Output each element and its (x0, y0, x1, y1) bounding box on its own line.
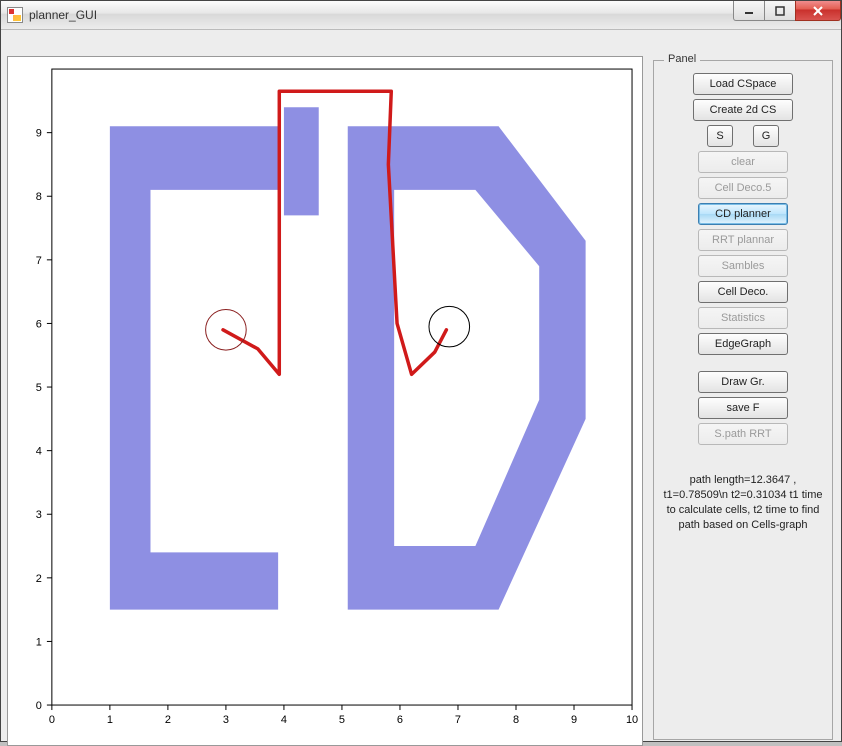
load-cspace-button[interactable]: Load CSpace (693, 73, 793, 95)
svg-text:0: 0 (49, 714, 55, 726)
close-icon (812, 5, 824, 17)
svg-text:1: 1 (107, 714, 113, 726)
svg-text:9: 9 (36, 128, 42, 140)
sambles-button[interactable]: Sambles (698, 255, 788, 277)
svg-text:7: 7 (455, 714, 461, 726)
maximize-icon (775, 6, 785, 16)
create-2d-cs-button[interactable]: Create 2d CS (693, 99, 793, 121)
rrt-plannar-button[interactable]: RRT plannar (698, 229, 788, 251)
svg-text:2: 2 (36, 573, 42, 585)
svg-text:4: 4 (36, 446, 42, 458)
svg-text:5: 5 (36, 382, 42, 394)
svg-text:2: 2 (165, 714, 171, 726)
window-title: planner_GUI (29, 8, 97, 22)
svg-text:9: 9 (571, 714, 577, 726)
svg-text:6: 6 (36, 318, 42, 330)
draw-gr-button[interactable]: Draw Gr. (698, 371, 788, 393)
goal-button[interactable]: G (753, 125, 779, 147)
svg-text:5: 5 (339, 714, 345, 726)
plot-axes[interactable]: 0 1 2 3 4 5 6 7 8 9 10 0 1 2 3 4 5 6 7 8 9 (7, 56, 643, 746)
minimize-icon (744, 6, 754, 16)
titlebar[interactable]: planner_GUI (1, 1, 841, 30)
panel-body: Load CSpace Create 2d CS S G clear Cell … (654, 61, 832, 542)
window-controls (734, 1, 841, 21)
control-panel: Panel Load CSpace Create 2d CS S G clear… (653, 60, 833, 740)
client-area: 0 1 2 3 4 5 6 7 8 9 10 0 1 2 3 4 5 6 7 8 9 Panel Load CSpace… (1, 30, 841, 741)
edge-graph-button[interactable]: EdgeGraph (698, 333, 788, 355)
panel-title: Panel (664, 53, 700, 65)
start-button[interactable]: S (707, 125, 733, 147)
svg-text:3: 3 (223, 714, 229, 726)
svg-text:6: 6 (397, 714, 403, 726)
app-window: planner_GUI 0 1 2 3 4 5 6 7 8 9 10 0 1 2 3 4 5 6 7 8 9 Panel (0, 0, 842, 742)
minimize-button[interactable] (733, 1, 765, 21)
svg-text:8: 8 (513, 714, 519, 726)
cell-deco-5-button[interactable]: Cell Deco.5 (698, 177, 788, 199)
svg-text:10: 10 (626, 714, 638, 726)
svg-text:4: 4 (281, 714, 287, 726)
maximize-button[interactable] (764, 1, 796, 21)
info-text: path length=12.3647 , t1=0.78509\n t2=0.… (663, 473, 823, 532)
svg-text:3: 3 (36, 509, 42, 521)
svg-text:7: 7 (36, 255, 42, 267)
statistics-button[interactable]: Statistics (698, 307, 788, 329)
svg-text:0: 0 (36, 700, 42, 712)
svg-text:8: 8 (36, 191, 42, 203)
clear-button[interactable]: clear (698, 151, 788, 173)
cell-deco-button[interactable]: Cell Deco. (698, 281, 788, 303)
save-f-button[interactable]: save F (698, 397, 788, 419)
app-icon (7, 7, 23, 23)
close-button[interactable] (795, 1, 841, 21)
cd-planner-button[interactable]: CD planner (698, 203, 788, 225)
spath-rrt-button[interactable]: S.path RRT (698, 423, 788, 445)
plot-canvas: 0 1 2 3 4 5 6 7 8 9 10 0 1 2 3 4 5 6 7 8 9 (8, 57, 642, 745)
sg-row: S G (707, 125, 779, 147)
svg-text:1: 1 (36, 636, 42, 648)
